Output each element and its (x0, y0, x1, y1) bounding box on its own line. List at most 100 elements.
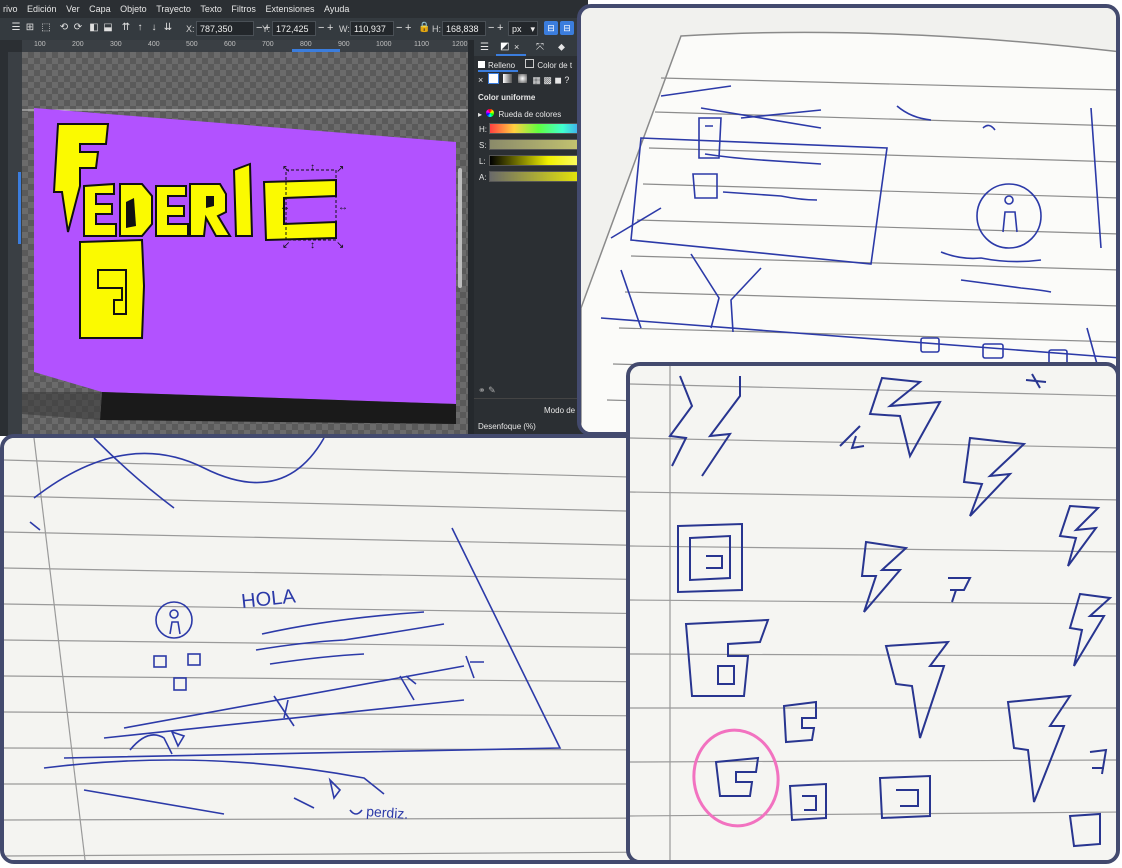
no-paint-icon[interactable]: × (478, 75, 483, 85)
svg-text:↔: ↔ (338, 202, 348, 213)
tab-stroke-paint[interactable]: Color de t (537, 61, 572, 70)
lower-bottom-icon[interactable]: ⇊ (162, 22, 174, 34)
canvas-artwork: ↖ ↕ ↗ ↔ ↔ ↙ ↕ ↘ (22, 108, 468, 424)
flip-vertical-icon[interactable]: ⬓ (102, 22, 114, 34)
menu-path[interactable]: Trayecto (153, 0, 195, 14)
letter-e-shape (83, 182, 117, 237)
ruler-tick: 500 (186, 41, 198, 48)
menu-edit[interactable]: Edición (24, 0, 61, 14)
perdiz-handwritten-text: perdiz. (366, 803, 409, 822)
alpha-slider[interactable] (489, 171, 588, 182)
h-increment-button[interactable]: + (497, 22, 503, 34)
color-wheel-label: Rueda de colores (498, 110, 562, 119)
chevron-down-icon: ▾ (530, 24, 535, 34)
chevron-right-icon: ▸ (478, 110, 483, 119)
fill-stroke-panel: ☰ ◩ × ⤧ ⬥ Relleno Color de t × ▦ ▩ ◼ ? C… (474, 40, 588, 436)
letter-i-shape (232, 162, 254, 237)
rotate-ccw-icon[interactable]: ⟲ (58, 22, 70, 34)
fill-tabs-row: Relleno Color de t (478, 59, 572, 70)
x-field[interactable]: 787,350 (196, 21, 254, 36)
svg-text:↗: ↗ (336, 164, 344, 175)
menu-file[interactable]: rivo (0, 0, 22, 14)
select-all-layers-icon[interactable]: ⊞ (24, 22, 36, 34)
horizontal-ruler: 100 200 300 400 500 600 700 800 900 1000… (22, 40, 468, 52)
letter-d-shape (119, 183, 153, 237)
sketch-logo-drawing (630, 366, 1116, 860)
dropper-row: ⚭ ✎ (478, 385, 496, 396)
sketch-photo-logo-ideas (626, 362, 1120, 864)
saturation-label: S: (479, 141, 487, 150)
menu-filters[interactable]: Filtros (228, 0, 260, 14)
raise-icon[interactable]: ↑ (134, 22, 146, 34)
blend-mode-label: Modo de (544, 406, 576, 415)
color-wheel-icon (486, 109, 495, 117)
svg-text:↙: ↙ (282, 240, 290, 251)
ruler-tick: 400 (148, 41, 160, 48)
unset-paint-icon[interactable]: ? (564, 75, 569, 85)
scale-corners-icon[interactable]: ⊟ (560, 21, 574, 35)
w-label: W: (339, 24, 350, 34)
x-label: X: (186, 24, 195, 34)
flip-horizontal-icon[interactable]: ◧ (88, 22, 100, 34)
menu-layer[interactable]: Capa (86, 0, 115, 14)
h-decrement-button[interactable]: − (488, 22, 494, 34)
lower-icon[interactable]: ↓ (148, 22, 160, 34)
dropper-icon[interactable]: ✎ (488, 385, 496, 395)
xml-editor-icon[interactable]: ⤧ (536, 42, 544, 53)
menu-view[interactable]: Ver (63, 0, 84, 14)
toolbox-strip (0, 40, 8, 436)
color-wheel-row[interactable]: ▸ Rueda de colores (478, 109, 561, 119)
svg-text:↕: ↕ (310, 162, 315, 173)
active-tab-indicator (496, 54, 526, 56)
ruler-tick: 200 (72, 41, 84, 48)
swatch-icon[interactable]: ◼ (554, 75, 561, 85)
lightness-slider[interactable] (489, 155, 588, 166)
objects-icon[interactable]: ⬥ (558, 42, 565, 53)
vertical-ruler (8, 52, 22, 436)
fill-tab-indicator (478, 70, 518, 72)
fill-tab-icon (478, 61, 485, 68)
saturation-slider[interactable] (489, 139, 588, 150)
tab-fill[interactable]: Relleno (488, 61, 515, 70)
y-field[interactable]: 172,425 (272, 21, 316, 36)
scale-stroke-icon[interactable]: ⊟ (544, 21, 558, 35)
letter-e2-shape (155, 185, 189, 237)
lock-icon[interactable]: 🔒 (418, 22, 430, 34)
radial-gradient-icon[interactable] (517, 74, 527, 83)
rotate-cw-icon[interactable]: ⟳ (72, 22, 84, 34)
deselect-icon[interactable]: ⬚ (40, 22, 52, 34)
linear-gradient-icon[interactable] (503, 74, 513, 83)
svg-text:↘: ↘ (336, 240, 344, 251)
ruler-tick: 1000 (376, 41, 392, 48)
raise-top-icon[interactable]: ⇈ (120, 22, 132, 34)
select-all-icon[interactable]: ☰ (10, 22, 22, 34)
link-icon[interactable]: ⚭ (478, 385, 486, 395)
layers-icon[interactable]: ☰ (480, 42, 489, 53)
h-label: H: (432, 24, 441, 34)
close-icon[interactable]: × (514, 42, 519, 52)
w-decrement-button[interactable]: − (396, 22, 402, 34)
unit-select[interactable]: px ▾ (508, 21, 538, 36)
menu-help[interactable]: Ayuda (321, 0, 353, 14)
menu-extensions[interactable]: Extensiones (262, 0, 318, 14)
w-increment-button[interactable]: + (405, 22, 411, 34)
drawing-canvas[interactable]: ↖ ↕ ↗ ↔ ↔ ↙ ↕ ↘ (22, 52, 468, 436)
inkscape-window: rivo Edición Ver Capa Objeto Trayecto Te… (0, 0, 588, 436)
pattern-icon[interactable]: ▩ (543, 75, 552, 85)
menu-text[interactable]: Texto (197, 0, 226, 14)
menubar: rivo Edición Ver Capa Objeto Trayecto Te… (0, 0, 588, 18)
tool-controls-bar: ☰ ⊞ ⬚ ⟲ ⟳ ◧ ⬓ ⇈ ↑ ↓ ⇊ X: 787,350 − + Y: … (0, 18, 588, 40)
hue-slider[interactable] (489, 123, 588, 134)
menu-object[interactable]: Objeto (117, 0, 151, 14)
ruler-tick: 900 (338, 41, 350, 48)
flat-color-icon[interactable] (487, 73, 499, 84)
mesh-gradient-icon[interactable]: ▦ (532, 75, 541, 85)
ruler-tick: 600 (224, 41, 236, 48)
alpha-label: A: (479, 173, 487, 182)
fill-stroke-icon[interactable]: ◩ (500, 41, 509, 52)
vertical-scrollbar[interactable] (458, 168, 462, 288)
y-increment-button[interactable]: + (327, 22, 333, 34)
y-decrement-button[interactable]: − (318, 22, 324, 34)
h-field[interactable]: 168,838 (442, 21, 486, 36)
w-field[interactable]: 110,937 (350, 21, 394, 36)
